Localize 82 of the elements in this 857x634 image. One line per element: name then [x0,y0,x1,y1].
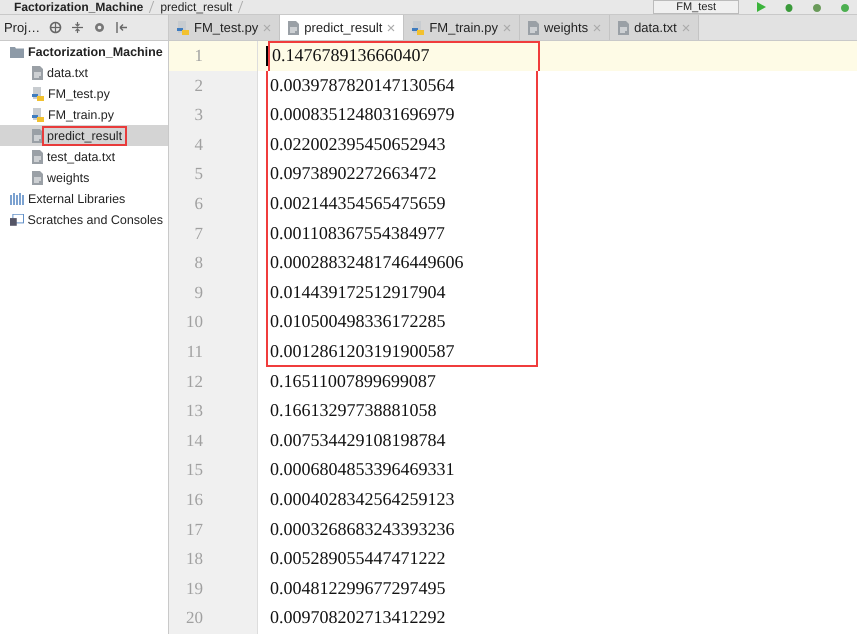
line-number: 18 [185,548,204,570]
code-line: 0.007534429108198784 [270,430,446,450]
line-number: 17 [185,518,204,540]
tree-item[interactable]: weights [0,167,168,188]
code-line: 0.005289055447471222 [270,548,446,568]
text-file-icon [32,66,43,80]
editor-tab[interactable]: FM_train.py [404,15,520,40]
code-line: 0.014439172512917904 [270,282,446,302]
libraries-icon [10,192,24,204]
python-file-icon [177,20,189,34]
code-line: 0.00028832481746449606 [270,252,464,272]
close-icon[interactable] [593,24,602,32]
editor-tab[interactable]: FM_test.py [169,15,280,40]
text-file-icon [618,20,630,34]
line-number: 7 [194,222,204,245]
play-icon[interactable] [755,1,767,13]
line-number: 12 [185,370,204,393]
close-icon[interactable] [682,24,690,32]
code-line: 0.010500498336172285 [270,311,446,332]
hide-panel-icon[interactable] [115,21,128,34]
target-icon[interactable] [49,21,62,34]
line-number: 15 [185,459,204,482]
code-line: 0.0006804853396469331 [270,459,454,480]
line-number: 2 [194,74,204,97]
tree-item[interactable]: Factorization_Machine [0,41,168,62]
python-file-icon [412,20,424,34]
code-line: 0.001108367554384977 [270,222,445,243]
tree-item[interactable]: External Libraries [0,188,168,209]
editor-tab[interactable]: weights [520,15,610,40]
tree-item[interactable]: data.txt [0,62,168,83]
code-line: 0.022002395450652943 [270,134,446,154]
line-number: 8 [194,252,204,274]
line-number: 4 [194,134,204,156]
code-line: 0.09738902272663472 [270,163,436,184]
close-icon[interactable] [502,24,511,32]
line-number: 3 [194,104,204,126]
line-number: 10 [185,311,204,334]
folder-icon [10,46,24,58]
code-line: 0.1476789136660407 [272,45,430,65]
code-line: 0.002144354565475659 [270,192,446,213]
text-file-icon [32,150,43,164]
console-icon [10,214,24,226]
line-number: 1 [169,41,257,71]
breadcrumb[interactable]: Factorization_Machine [14,0,144,14]
line-number: 9 [194,282,204,304]
code-line: 0.0012861203191900587 [270,340,454,361]
collapse-icon[interactable] [71,21,84,34]
code-line: 0.0039787820147130564 [270,74,454,95]
tree-item[interactable]: test_data.txt [0,146,168,167]
line-number: 13 [185,400,204,422]
code-line: 0.16511007899699087 [270,370,436,391]
tree-item[interactable]: FM_train.py [0,104,168,125]
line-number: 11 [186,340,204,363]
text-file-icon [32,128,43,142]
python-file-icon [32,86,44,100]
close-icon[interactable] [387,24,396,32]
line-number: 20 [185,607,204,630]
code-line: 0.0004028342564259123 [270,488,454,509]
text-file-icon [32,170,43,184]
line-number: 5 [194,163,204,186]
line-number: 19 [185,578,204,600]
code-line: 0.0008351248031696979 [270,104,454,124]
line-number: 6 [194,192,204,215]
project-view-dropdown[interactable]: Proj… [4,20,40,35]
tree-item[interactable]: FM_test.py [0,83,168,104]
code-line: 0.009708202713412292 [270,607,446,628]
code-line: 0.004812299677297495 [270,578,446,598]
text-file-icon [528,20,539,34]
text-caret [266,46,268,66]
line-number: 16 [185,488,204,511]
code-line: 0.0003268683243393236 [270,518,454,538]
code-line: 0.16613297738881058 [270,400,436,420]
text-file-icon [288,20,300,34]
tree-item[interactable]: predict_result [0,125,168,146]
line-number: 14 [185,430,204,452]
python-file-icon [32,108,44,122]
close-icon[interactable] [263,24,272,32]
tree-item[interactable]: Scratches and Consoles [0,209,168,230]
editor-tab[interactable]: data.txt [610,15,699,40]
run-config-dropdown[interactable]: FM_test [653,0,739,14]
editor-tab[interactable]: predict_result [280,15,404,40]
breadcrumb[interactable]: predict_result [160,0,232,14]
